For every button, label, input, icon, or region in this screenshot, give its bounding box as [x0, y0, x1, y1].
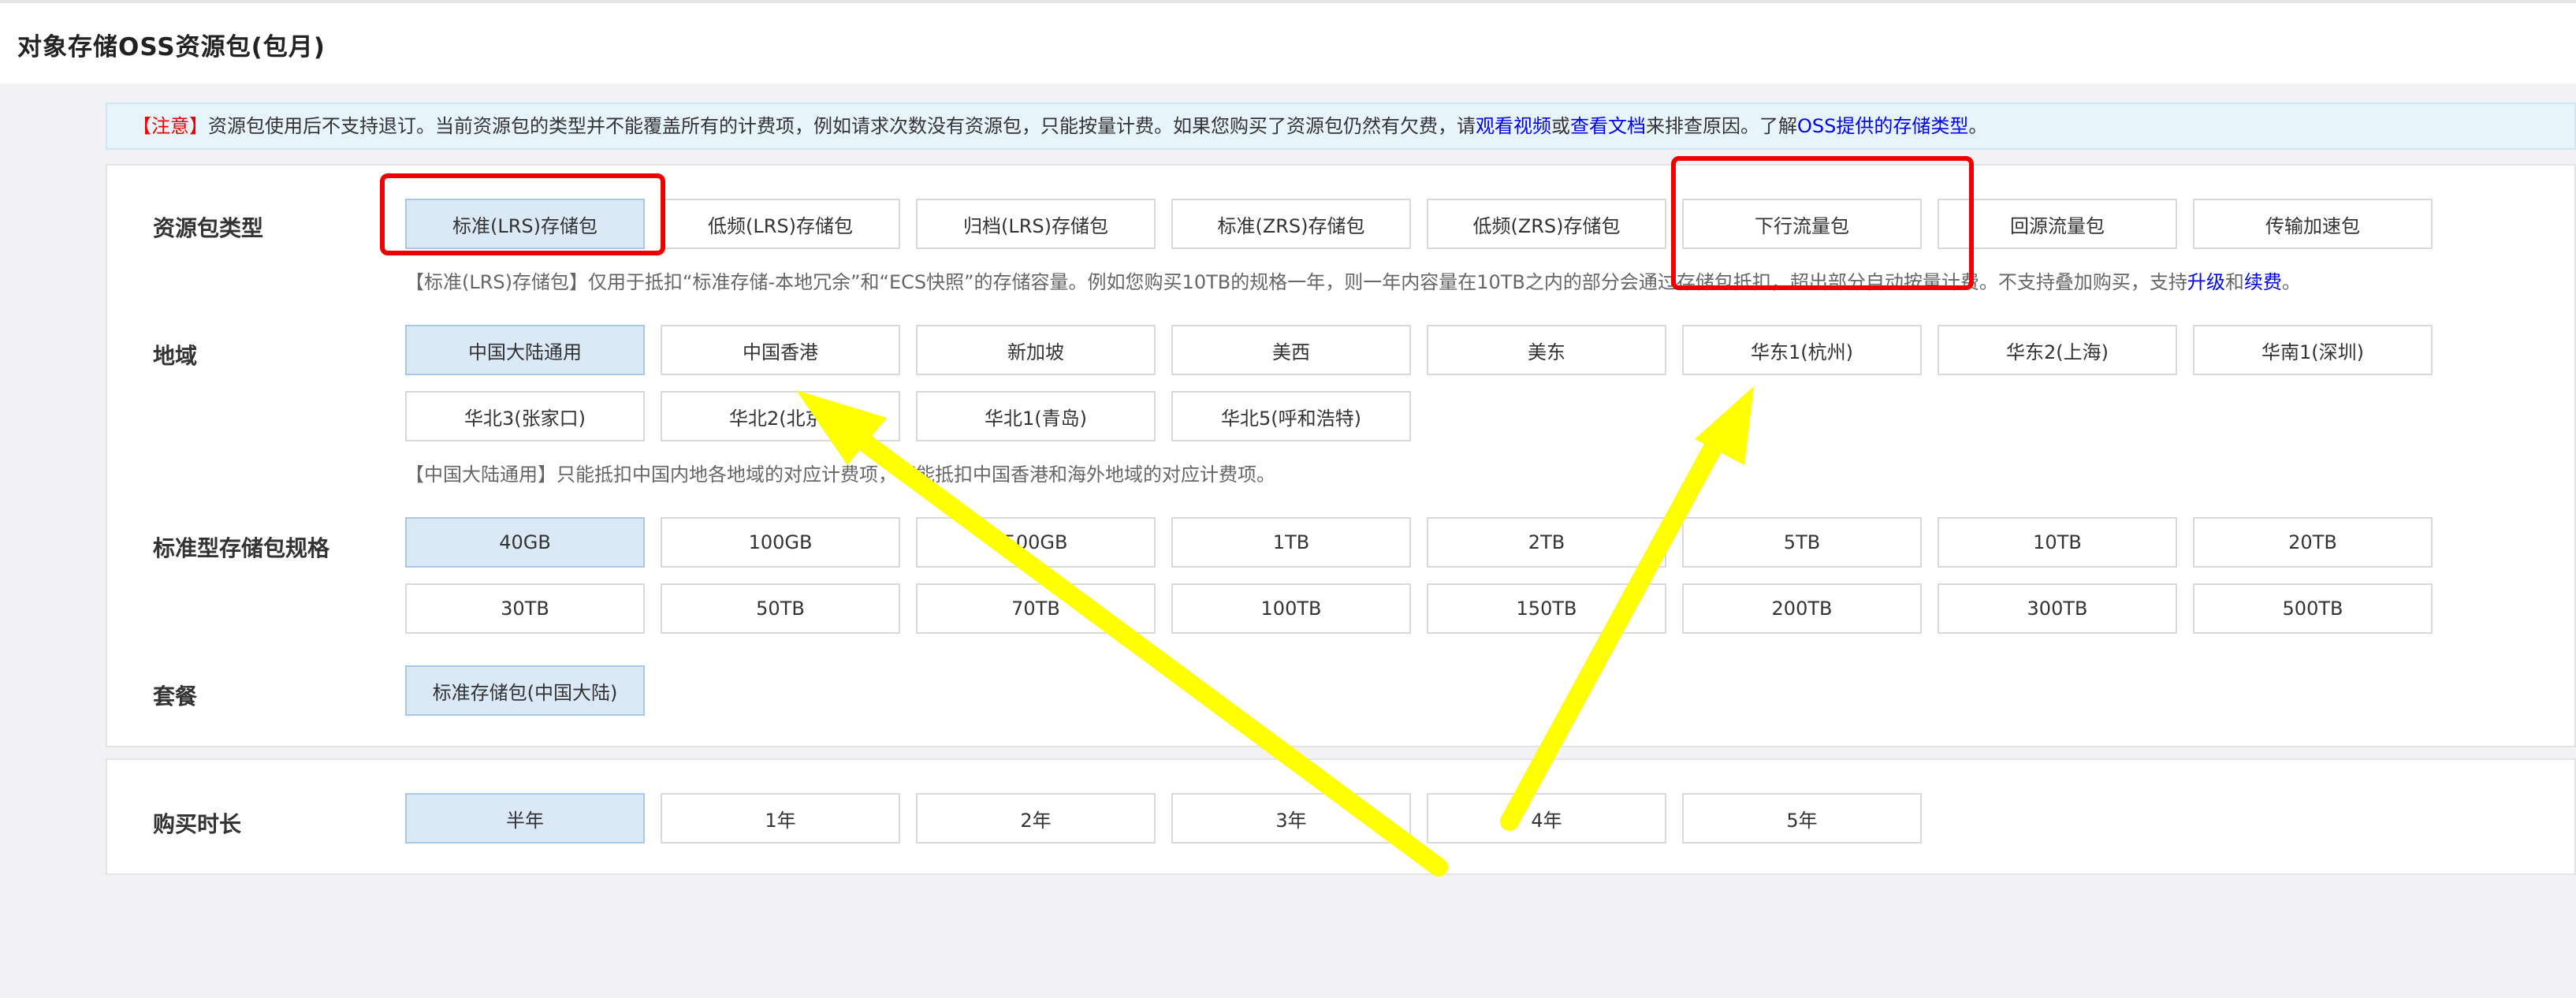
region-option-beijing[interactable]: 华北2(北京) — [661, 391, 900, 441]
spec-option[interactable]: 1TB — [1171, 517, 1411, 568]
view-docs-link[interactable]: 查看文档 — [1570, 115, 1646, 137]
package-option-origin-traffic[interactable]: 回源流量包 — [1938, 199, 2177, 249]
spec-option[interactable]: 50TB — [661, 583, 900, 634]
notice-text-2: 来排查原因。了解 — [1646, 115, 1797, 137]
package-option-transfer-acceleration[interactable]: 传输加速包 — [2193, 199, 2433, 249]
spec-option[interactable]: 40GB — [405, 517, 645, 568]
notice-bar: 【注意】资源包使用后不支持退订。当前资源包的类型并不能覆盖所有的计费项，例如请求… — [106, 102, 2576, 150]
spec-option[interactable]: 500TB — [2193, 583, 2433, 634]
region-description: 【中国大陆通用】只能抵扣中国内地各地域的对应计费项，不能抵扣中国香港和海外地域的… — [405, 464, 1275, 486]
spec-option[interactable]: 2TB — [1427, 517, 1666, 568]
spec-option[interactable]: 100GB — [661, 517, 900, 568]
notice-end: 。 — [1968, 115, 1988, 137]
watch-video-link[interactable]: 观看视频 — [1476, 115, 1551, 137]
spec-option[interactable]: 10TB — [1938, 517, 2177, 568]
spec-option[interactable]: 5TB — [1682, 517, 1922, 568]
notice-tag: 【注意】 — [132, 115, 208, 137]
plan-label: 套餐 — [153, 683, 198, 709]
package-desc-text: 【标准(LRS)存储包】仅用于抵扣“标准存储-本地冗余”和“ECS快照”的存储容… — [405, 271, 2187, 293]
plan-option-standard-mainland[interactable]: 标准存储包(中国大陆) — [405, 665, 645, 716]
spec-option[interactable]: 20TB — [2193, 517, 2433, 568]
spec-option[interactable]: 30TB — [405, 583, 645, 634]
region-label: 地域 — [153, 343, 198, 369]
package-option-archive-lrs[interactable]: 归档(LRS)存储包 — [916, 199, 1156, 249]
storage-types-link[interactable]: OSS提供的存储类型 — [1797, 115, 1968, 137]
spec-option[interactable]: 100TB — [1171, 583, 1411, 634]
duration-option[interactable]: 5年 — [1682, 793, 1922, 843]
region-option-us-west[interactable]: 美西 — [1171, 325, 1411, 375]
package-desc-and: 和 — [2224, 271, 2244, 293]
region-option-hongkong[interactable]: 中国香港 — [661, 325, 900, 375]
spec-option[interactable]: 150TB — [1427, 583, 1666, 634]
package-desc-end: 。 — [2281, 271, 2301, 293]
region-option-mainland[interactable]: 中国大陆通用 — [405, 325, 645, 375]
duration-option[interactable]: 2年 — [916, 793, 1156, 843]
region-option-shanghai[interactable]: 华东2(上海) — [1938, 325, 2177, 375]
spec-option[interactable]: 500GB — [916, 517, 1156, 568]
duration-option[interactable]: 4年 — [1427, 793, 1666, 843]
top-header: 对象存储OSS资源包(包月) — [0, 0, 2576, 84]
spec-option[interactable]: 70TB — [916, 583, 1156, 634]
duration-label: 购买时长 — [153, 811, 242, 837]
package-option-downstream-traffic[interactable]: 下行流量包 — [1682, 199, 1922, 249]
package-type-description: 【标准(LRS)存储包】仅用于抵扣“标准存储-本地冗余”和“ECS快照”的存储容… — [405, 266, 2301, 294]
package-option-standard-zrs[interactable]: 标准(ZRS)存储包 — [1171, 199, 1411, 249]
config-panel — [106, 164, 2576, 747]
region-option-hangzhou[interactable]: 华东1(杭州) — [1682, 325, 1922, 375]
package-option-standard-lrs[interactable]: 标准(LRS)存储包 — [405, 199, 645, 249]
package-option-ia-zrs[interactable]: 低频(ZRS)存储包 — [1427, 199, 1666, 249]
duration-option[interactable]: 3年 — [1171, 793, 1411, 843]
renew-link[interactable]: 续费 — [2244, 271, 2282, 293]
spec-label: 标准型存储包规格 — [153, 535, 330, 561]
region-option-qingdao[interactable]: 华北1(青岛) — [916, 391, 1156, 441]
duration-option[interactable]: 1年 — [661, 793, 900, 843]
package-type-label: 资源包类型 — [153, 215, 264, 241]
duration-option[interactable]: 半年 — [405, 793, 645, 843]
region-option-hohhot[interactable]: 华北5(呼和浩特) — [1171, 391, 1411, 441]
notice-text: 资源包使用后不支持退订。当前资源包的类型并不能覆盖所有的计费项，例如请求次数没有… — [208, 115, 1476, 137]
region-option-singapore[interactable]: 新加坡 — [916, 325, 1156, 375]
notice-or: 或 — [1551, 115, 1570, 137]
spec-option[interactable]: 200TB — [1682, 583, 1922, 634]
upgrade-link[interactable]: 升级 — [2187, 271, 2225, 293]
region-option-shenzhen[interactable]: 华南1(深圳) — [2193, 325, 2433, 375]
spec-option[interactable]: 300TB — [1938, 583, 2177, 634]
region-option-us-east[interactable]: 美东 — [1427, 325, 1666, 375]
region-option-zhangjiakou[interactable]: 华北3(张家口) — [405, 391, 645, 441]
page-title: 对象存储OSS资源包(包月) — [17, 33, 326, 61]
package-option-ia-lrs[interactable]: 低频(LRS)存储包 — [661, 199, 900, 249]
